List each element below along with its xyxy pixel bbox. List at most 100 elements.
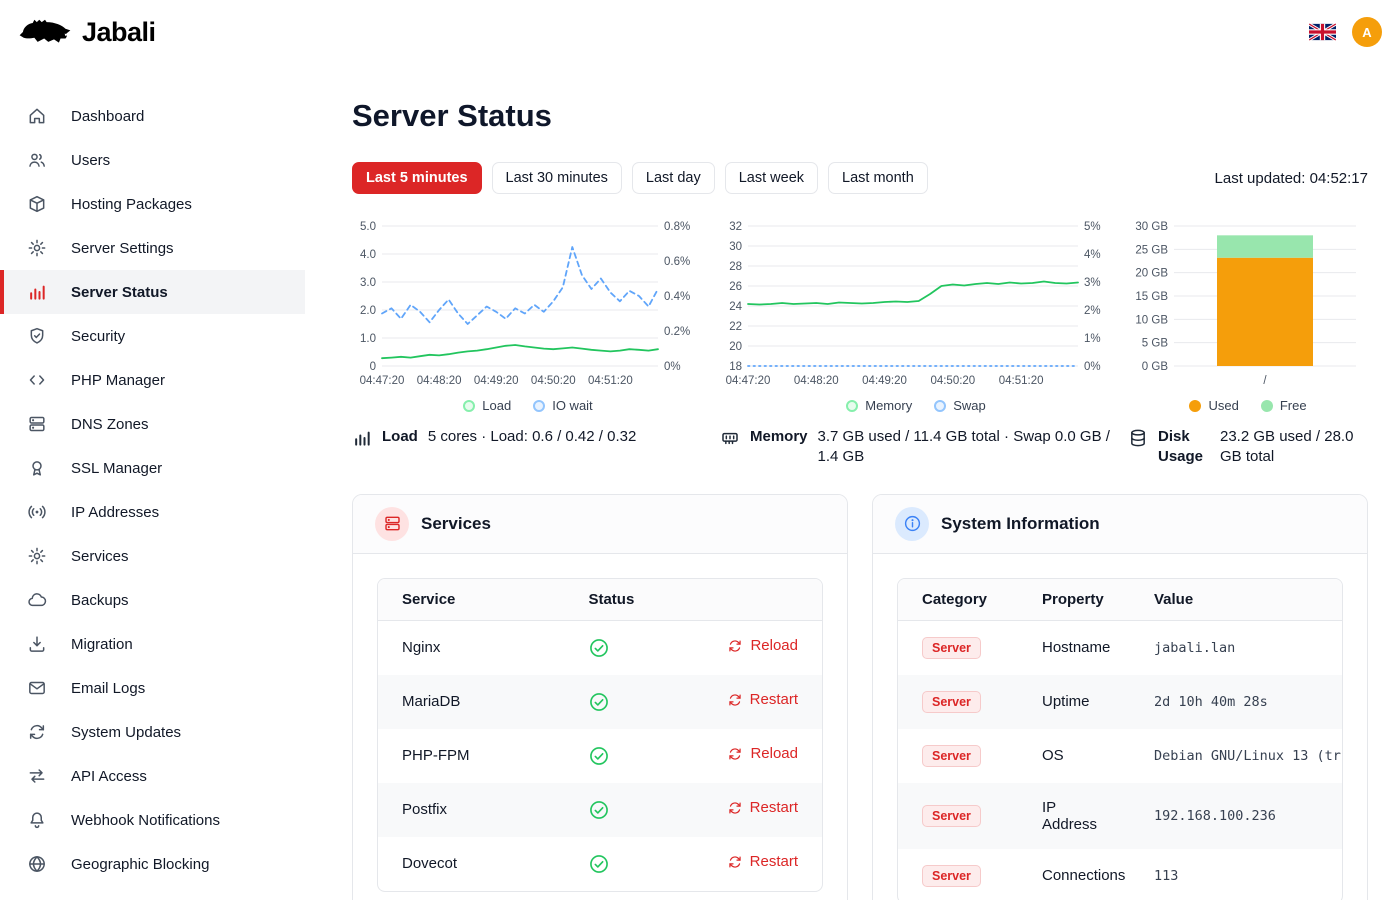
sidebar-item-webhook-notifications[interactable]: Webhook Notifications <box>0 798 305 842</box>
refresh-icon <box>727 746 743 762</box>
sidebar-item-email-logs[interactable]: Email Logs <box>0 666 305 710</box>
sysinfo-property: Hostname <box>1018 620 1130 675</box>
sidebar-item-ssl-manager[interactable]: SSL Manager <box>0 446 305 490</box>
cards-row: Services Service Status NginxReloadMaria… <box>352 494 1368 900</box>
range-button-last-month[interactable]: Last month <box>828 162 928 194</box>
memory-icon <box>720 428 740 448</box>
legend-swap[interactable]: Swap <box>934 398 986 413</box>
top-bar: Jabali A <box>0 0 1400 64</box>
sidebar-item-label: Server Status <box>71 284 168 301</box>
info-icon <box>895 507 929 541</box>
sidebar-item-migration[interactable]: Migration <box>0 622 305 666</box>
sysinfo-value: 192.168.100.236 <box>1130 783 1342 849</box>
broadcast-icon <box>27 502 47 522</box>
sysinfo-value: 2d 10h 40m 28s <box>1130 675 1342 729</box>
system-information-card: System Information Category Property Val… <box>872 494 1368 900</box>
category-badge: Server <box>922 865 981 887</box>
sidebar-item-backups[interactable]: Backups <box>0 578 305 622</box>
sidebar-item-label: Users <box>71 152 110 169</box>
range-button-last-week[interactable]: Last week <box>725 162 818 194</box>
sysinfo-col-property: Property <box>1018 579 1130 621</box>
sidebar-item-ip-addresses[interactable]: IP Addresses <box>0 490 305 534</box>
sidebar-item-label: Email Logs <box>71 680 145 697</box>
service-nginx-reload-link[interactable]: Reload <box>727 637 798 654</box>
services-table: Service Status NginxReloadMariaDBRestart… <box>377 578 823 892</box>
sidebar-item-dashboard[interactable]: Dashboard <box>0 94 305 138</box>
sidebar-item-dns-zones[interactable]: DNS Zones <box>0 402 305 446</box>
service-mariadb-restart-link[interactable]: Restart <box>727 691 798 708</box>
svg-text:10 GB: 10 GB <box>1135 314 1168 326</box>
sidebar-item-api-access[interactable]: API Access <box>0 754 305 798</box>
last-updated: Last updated: 04:52:17 <box>1215 170 1368 187</box>
sidebar-item-hosting-packages[interactable]: Hosting Packages <box>0 182 305 226</box>
service-dovecot-restart-link[interactable]: Restart <box>727 853 798 870</box>
disk-icon <box>1128 428 1148 448</box>
svg-text:5 GB: 5 GB <box>1142 338 1169 350</box>
service-name: Postfix <box>378 783 564 837</box>
svg-text:22: 22 <box>729 321 742 333</box>
memory-chart-block: 18202224262830320%1%2%3%4%5%04:47:2004:4… <box>720 218 1112 468</box>
load-chart-block: 01.02.03.04.05.00%0.2%0.4%0.6%0.8%04:47:… <box>352 218 704 468</box>
sidebar-item-server-status[interactable]: Server Status <box>0 270 305 314</box>
sidebar-item-label: Server Settings <box>71 240 174 257</box>
services-card-body: Service Status NginxReloadMariaDBRestart… <box>353 554 847 900</box>
category-badge: Server <box>922 745 981 767</box>
svg-text:/: / <box>1263 375 1267 387</box>
sidebar-item-server-settings[interactable]: Server Settings <box>0 226 305 270</box>
sidebar-item-security[interactable]: Security <box>0 314 305 358</box>
legend-used[interactable]: Used <box>1189 398 1238 413</box>
sidebar-item-label: DNS Zones <box>71 416 149 433</box>
main-content: Server Status Last 5 minutes Last 30 minu… <box>305 64 1400 900</box>
gear-icon <box>27 238 47 258</box>
memory-summary-text: 3.7 GB used / 11.4 GB total · Swap 0.0 G… <box>818 427 1112 468</box>
disk-chart-block: 0 GB5 GB10 GB15 GB20 GB25 GB30 GB/ UsedF… <box>1128 218 1368 468</box>
refresh-icon <box>727 800 743 816</box>
sysinfo-card-body: Category Property Value ServerHostnameja… <box>873 554 1367 900</box>
service-name: PHP-FPM <box>378 729 564 783</box>
legend-swatch <box>463 400 475 412</box>
svg-text:04:48:20: 04:48:20 <box>794 375 839 387</box>
certificate-icon <box>27 458 47 478</box>
service-name: Dovecot <box>378 837 564 891</box>
sidebar-item-label: API Access <box>71 768 147 785</box>
sidebar-item-users[interactable]: Users <box>0 138 305 182</box>
svg-text:1%: 1% <box>1084 333 1101 345</box>
gear-icon <box>27 546 47 566</box>
services-col-status: Status <box>564 579 822 621</box>
sysinfo-row-ip-address: ServerIP Address192.168.100.236 <box>898 783 1342 849</box>
legend-swatch <box>1261 400 1273 412</box>
sidebar-item-services[interactable]: Services <box>0 534 305 578</box>
legend-io-wait[interactable]: IO wait <box>533 398 592 413</box>
range-button-last-30-minutes[interactable]: Last 30 minutes <box>492 162 622 194</box>
memory-summary: Memory 3.7 GB used / 11.4 GB total · Swa… <box>720 427 1112 468</box>
sidebar-item-system-updates[interactable]: System Updates <box>0 710 305 754</box>
memory-chart-legend: Memory Swap <box>720 398 1112 413</box>
avatar[interactable]: A <box>1352 17 1382 47</box>
code-icon <box>27 370 47 390</box>
legend-memory[interactable]: Memory <box>846 398 912 413</box>
sidebar-item-label: Dashboard <box>71 108 144 125</box>
sysinfo-property: IP Address <box>1018 783 1130 849</box>
sidebar-item-label: SSL Manager <box>71 460 162 477</box>
sidebar-item-geographic-blocking[interactable]: Geographic Blocking <box>0 842 305 886</box>
service-php-fpm-reload-link[interactable]: Reload <box>727 745 798 762</box>
bar-chart-icon <box>352 428 372 448</box>
legend-free[interactable]: Free <box>1261 398 1307 413</box>
legend-load[interactable]: Load <box>463 398 511 413</box>
range-button-last-day[interactable]: Last day <box>632 162 715 194</box>
range-row: Last 5 minutes Last 30 minutes Last day Las… <box>352 162 1368 194</box>
service-name: Nginx <box>378 620 564 675</box>
language-flag-uk[interactable] <box>1309 23 1336 41</box>
globe-icon <box>27 854 47 874</box>
sidebar-item-php-manager[interactable]: PHP Manager <box>0 358 305 402</box>
mail-icon <box>27 678 47 698</box>
svg-text:2.0: 2.0 <box>360 305 376 317</box>
services-col-service: Service <box>378 579 564 621</box>
svg-text:5.0: 5.0 <box>360 221 376 233</box>
svg-text:30: 30 <box>729 241 742 253</box>
service-postfix-restart-link[interactable]: Restart <box>727 799 798 816</box>
sysinfo-col-category: Category <box>898 579 1018 621</box>
sysinfo-col-value: Value <box>1130 579 1342 621</box>
range-button-last-5-minutes[interactable]: Last 5 minutes <box>352 162 482 194</box>
status-ok-icon <box>588 745 673 767</box>
